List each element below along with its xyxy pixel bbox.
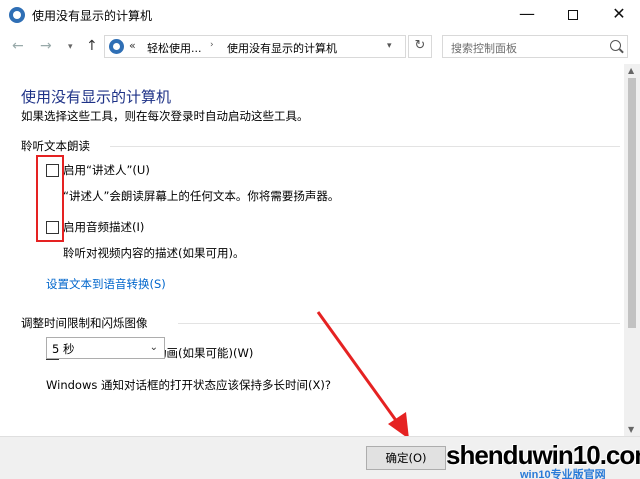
ok-button[interactable]: 确定(O) — [366, 446, 446, 470]
annotation-arrow-shaft — [316, 311, 402, 427]
watermark-subtitle: win10专业版官网 — [520, 469, 606, 479]
annotation-arrow — [316, 311, 409, 439]
